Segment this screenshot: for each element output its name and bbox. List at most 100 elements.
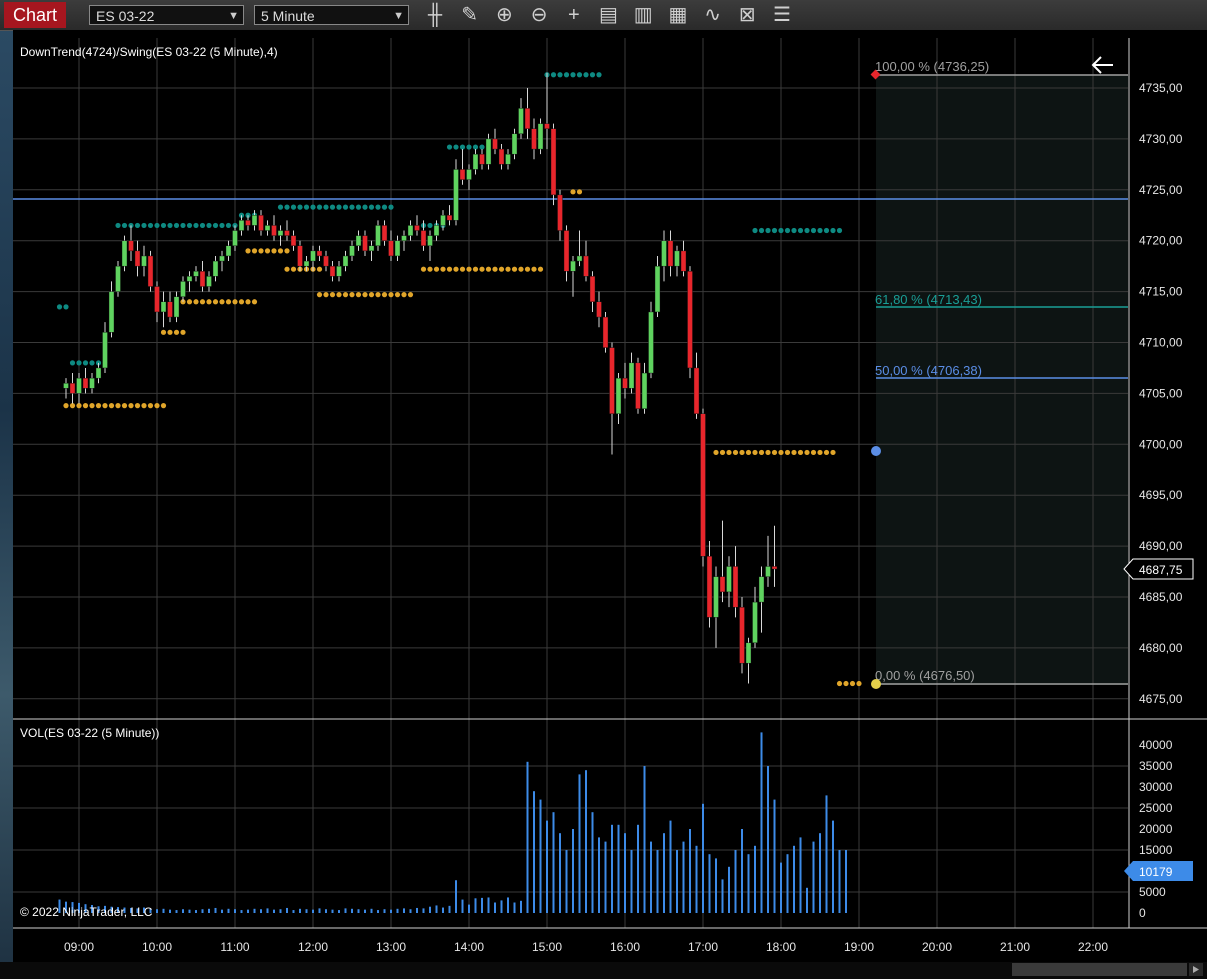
volume-bar bbox=[338, 910, 340, 913]
candle-body bbox=[472, 153, 479, 170]
swing-low-dot bbox=[381, 292, 388, 298]
swing-low-dot bbox=[531, 266, 537, 272]
instrument-selector[interactable]: ES 03-22 ▼ bbox=[89, 5, 244, 25]
volume-tick-label: 35000 bbox=[1139, 759, 1173, 773]
swing-low-dot bbox=[856, 680, 862, 687]
chart-trader-icon[interactable]: ▥ bbox=[631, 3, 655, 27]
swing-high-dot bbox=[212, 222, 219, 229]
candle-body bbox=[349, 245, 355, 257]
crosshair-icon[interactable]: + bbox=[562, 3, 586, 27]
swing-low-dot bbox=[355, 292, 362, 298]
last-price-label: 4687,75 bbox=[1139, 563, 1183, 577]
swing-high-dot bbox=[791, 227, 797, 234]
strategies-icon[interactable]: ∿ bbox=[701, 3, 725, 27]
swing-low-dot bbox=[284, 266, 290, 272]
candle-body bbox=[524, 108, 531, 129]
interval-selector[interactable]: 5 Minute ▼ bbox=[254, 5, 409, 25]
fib-anchor-bottom[interactable] bbox=[871, 679, 881, 689]
swing-low-dot bbox=[518, 266, 524, 272]
candle-body bbox=[732, 566, 739, 608]
volume-bar bbox=[539, 799, 542, 913]
candle-body bbox=[245, 220, 251, 226]
volume-bar bbox=[208, 908, 210, 913]
swing-low-dot bbox=[505, 266, 511, 272]
swing-high-dot bbox=[823, 227, 830, 234]
volume-bar bbox=[442, 907, 444, 913]
swing-high-dot bbox=[563, 72, 570, 78]
swing-low-dot bbox=[160, 329, 167, 335]
candle-body bbox=[589, 276, 596, 302]
swing-high-dot bbox=[134, 222, 141, 229]
candle-body bbox=[180, 281, 186, 297]
candle-body bbox=[713, 576, 719, 618]
bar-type-icon[interactable]: ╫ bbox=[423, 3, 447, 27]
candle-body bbox=[440, 215, 446, 226]
candle-body bbox=[342, 255, 349, 267]
volume-bar bbox=[546, 820, 548, 913]
zoom-out-icon[interactable]: ⊖ bbox=[527, 3, 551, 27]
volume-bar bbox=[572, 829, 574, 913]
volume-bar bbox=[624, 833, 626, 913]
volume-bar bbox=[507, 897, 509, 913]
templates-icon[interactable]: ▦ bbox=[666, 3, 690, 27]
candle-body bbox=[212, 260, 219, 277]
volume-bar bbox=[773, 799, 776, 913]
swing-low-dot bbox=[225, 299, 232, 305]
swing-high-dot bbox=[342, 204, 349, 210]
volume-bar bbox=[234, 909, 236, 913]
candle-body bbox=[615, 377, 622, 414]
swing-high-dot bbox=[752, 227, 758, 234]
chart-area[interactable]: 100,00 % (4736,25) 61,80 % (4713,43) 50,… bbox=[0, 30, 1207, 979]
data-box-icon[interactable]: ▤ bbox=[597, 3, 621, 27]
time-tick-label: 16:00 bbox=[610, 940, 640, 954]
drawing-tool-icon[interactable]: ✎ bbox=[458, 3, 482, 27]
volume-bar bbox=[799, 837, 802, 913]
swing-low-dot bbox=[336, 292, 342, 298]
volume-bar bbox=[175, 910, 178, 913]
candle bbox=[115, 261, 121, 297]
candle-body bbox=[739, 606, 745, 664]
candle-body bbox=[706, 556, 713, 618]
volume-bar bbox=[695, 845, 698, 913]
zoom-in-icon[interactable]: ⊕ bbox=[492, 3, 516, 27]
swing-low-dot bbox=[245, 299, 251, 305]
swing-low-dot bbox=[433, 266, 440, 272]
volume-bar bbox=[195, 910, 197, 913]
swing-low-dot bbox=[511, 266, 518, 272]
scrollbar-thumb[interactable] bbox=[1012, 963, 1187, 976]
candle-body bbox=[420, 230, 427, 246]
swing-low-dot bbox=[362, 292, 368, 298]
volume-bar bbox=[188, 909, 191, 913]
volume-bar bbox=[494, 902, 496, 913]
properties-icon[interactable]: ⊠ bbox=[735, 3, 759, 27]
candle bbox=[121, 235, 128, 272]
time-tick-label: 21:00 bbox=[1000, 940, 1030, 954]
volume-bar bbox=[637, 824, 639, 913]
candle-body bbox=[297, 245, 303, 267]
volume-tick-label: 40000 bbox=[1139, 738, 1173, 752]
swing-low-dot bbox=[466, 266, 472, 272]
share-icon[interactable]: ☰ bbox=[770, 3, 794, 27]
volume-bar bbox=[715, 858, 717, 913]
swing-low-dot bbox=[121, 403, 128, 409]
swing-low-dot bbox=[284, 248, 290, 254]
volume-bar bbox=[611, 824, 613, 913]
swing-low-dot bbox=[316, 266, 323, 272]
fib-label-50: 50,00 % (4706,38) bbox=[875, 363, 982, 378]
swing-low-dot bbox=[804, 449, 810, 456]
candle-body bbox=[303, 260, 310, 267]
candle-body bbox=[745, 642, 752, 664]
swing-high-dot bbox=[141, 222, 147, 229]
chart-toolbar: Chart ES 03-22 ▼ 5 Minute ▼ ╫ ✎ ⊕ ⊖ + ▤ ▥ ▦ ∿ ⊠ ☰ bbox=[0, 0, 1207, 31]
volume-bar bbox=[260, 909, 262, 913]
candle-body bbox=[199, 271, 206, 287]
volume-bar bbox=[747, 854, 750, 913]
chart-tab[interactable]: Chart bbox=[4, 2, 66, 28]
swing-low-dot bbox=[349, 292, 355, 298]
fib-midpoint-handle[interactable] bbox=[871, 446, 881, 456]
candle-body bbox=[82, 377, 89, 389]
swing-low-dot bbox=[732, 449, 739, 456]
swing-low-dot bbox=[388, 292, 394, 298]
time-tick-label: 11:00 bbox=[220, 940, 249, 954]
volume-bar bbox=[481, 897, 483, 913]
